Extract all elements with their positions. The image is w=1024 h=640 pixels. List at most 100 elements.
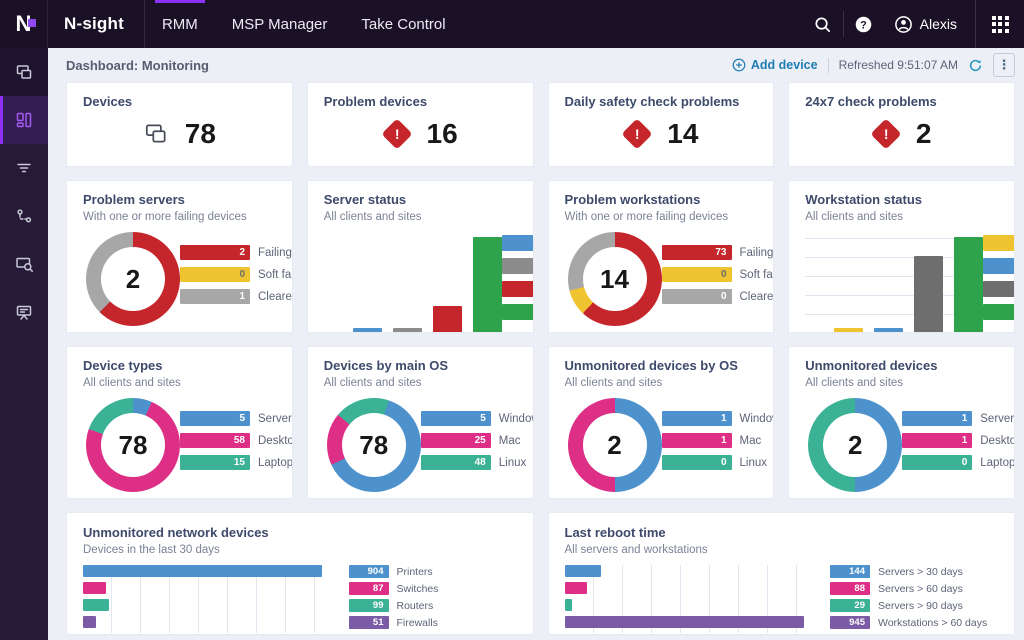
card-title: Device types: [83, 358, 276, 374]
problem-workstations-donut: 14: [568, 232, 662, 326]
legend-item: 904Printers: [349, 565, 517, 578]
sidebar-item-network[interactable]: [0, 192, 48, 240]
tab-rmm[interactable]: RMM: [145, 0, 215, 48]
card-problem-servers: Problem servers With one or more failing…: [66, 180, 293, 333]
sidebar-item-devices[interactable]: [0, 48, 48, 96]
sidebar-item-dashboards[interactable]: [0, 96, 48, 144]
screen: N N-sight RMM MSP Manager Take Control ?…: [0, 0, 1024, 640]
svg-text:?: ?: [860, 19, 867, 31]
bar: [83, 582, 106, 594]
kebab-menu-button[interactable]: ⋮: [993, 53, 1015, 77]
legend-item: 0Overdue: [983, 235, 1015, 251]
legend-swatch: 99: [349, 599, 389, 612]
legend-swatch: 0: [983, 235, 1015, 251]
search-icon[interactable]: [803, 0, 843, 48]
card-devices-by-main-os: Devices by main OS All clients and sites…: [307, 346, 534, 499]
legend-swatch: 87: [349, 582, 389, 595]
product-tabs: RMM MSP Manager Take Control: [144, 0, 463, 48]
legend-swatch: 73: [662, 245, 732, 260]
legend-item: 1Servers: [902, 411, 1015, 426]
main-content: Dashboard: Monitoring Add device Refresh…: [48, 48, 1024, 640]
card-subtitle: With one or more failing devices: [83, 211, 276, 223]
stat-value: 16: [427, 118, 458, 150]
tab-take-control[interactable]: Take Control: [344, 0, 462, 48]
legend-swatch: 0: [902, 455, 972, 470]
card-title: Unmonitored devices by OS: [565, 358, 758, 374]
stat-value: 78: [185, 118, 216, 150]
legend-swatch: 1: [180, 289, 250, 304]
bar: [473, 237, 502, 333]
charts-row-3: Unmonitored network devices Devices in t…: [66, 512, 1015, 635]
card-title: Workstation status: [805, 192, 998, 208]
devices-icon: [143, 121, 169, 147]
legend-item: 58Desktops: [180, 433, 293, 448]
legend-item: 5Servers: [180, 411, 293, 426]
card-subtitle: All clients and sites: [83, 377, 276, 389]
unmonitored-network-bar-chart: [83, 565, 333, 633]
device-types-donut: 78: [86, 398, 180, 492]
card-title: Devices by main OS: [324, 358, 517, 374]
user-menu[interactable]: Alexis: [884, 15, 975, 34]
add-device-button[interactable]: Add device: [732, 58, 818, 72]
legend-item: 1Windows: [662, 411, 775, 426]
stats-row: Devices 78 Problem devices ! 16 Daily sa…: [66, 82, 1015, 167]
dashboards-icon: [14, 110, 34, 130]
sidebar-item-discovery[interactable]: [0, 240, 48, 288]
legend-swatch: 48: [421, 455, 491, 470]
bar: [393, 328, 422, 333]
device-discovery-icon: [14, 254, 34, 274]
legend-item: 73Failing: [662, 245, 775, 260]
legend: 0Overdue 0Reboot 4Offline 5Online: [983, 235, 1015, 333]
donut-center-value: 78: [342, 413, 406, 477]
devices-icon: [14, 62, 34, 82]
legend-swatch: 0: [662, 267, 732, 282]
card-devices: Devices 78: [66, 82, 293, 167]
card-title: Unmonitored network devices: [83, 525, 517, 541]
legend-swatch: 15: [180, 455, 250, 470]
nsight-logo[interactable]: N: [0, 0, 48, 48]
card-title: Last reboot time: [565, 525, 999, 541]
network-topology-icon: [14, 206, 34, 226]
legend-item: 87Switches: [349, 582, 517, 595]
remote-screen-icon: [14, 302, 34, 322]
help-icon[interactable]: ?: [844, 0, 884, 48]
bar: [83, 616, 96, 628]
legend-swatch: 0: [502, 258, 534, 274]
checks-icon: [14, 158, 34, 178]
legend-item: 1Cleared: [180, 289, 293, 304]
card-device-types: Device types All clients and sites 78 5S…: [66, 346, 293, 499]
card-unmonitored-devices-by-os: Unmonitored devices by OS All clients an…: [548, 346, 775, 499]
legend-item: 0Soft failure: [180, 267, 293, 282]
card-title: Unmonitored devices: [805, 358, 998, 374]
card-title: Server status: [324, 192, 517, 208]
card-subtitle: All servers and workstations: [565, 544, 999, 556]
bar: [565, 599, 572, 611]
bar: [353, 328, 382, 333]
legend-swatch: 2: [502, 281, 534, 297]
legend: 144Servers > 30 days 88Servers > 60 days…: [830, 565, 998, 633]
legend: 1Windows 1Mac 0Linux: [662, 411, 775, 492]
donut-center-value: 2: [583, 413, 647, 477]
card-subtitle: Devices in the last 30 days: [83, 544, 517, 556]
workstation-status-bar-chart: [805, 237, 983, 333]
sidebar-item-checks[interactable]: [0, 144, 48, 192]
legend-swatch: 2: [180, 245, 250, 260]
legend-swatch: 904: [349, 565, 389, 578]
refresh-icon[interactable]: [968, 58, 983, 73]
sidebar-item-remote[interactable]: [0, 288, 48, 336]
legend-swatch: 945: [830, 616, 870, 629]
legend-item: 0Cleared: [662, 289, 775, 304]
card-unmonitored-network-devices: Unmonitored network devices Devices in t…: [66, 512, 534, 635]
legend-swatch: 0: [180, 267, 250, 282]
app-switcher-icon[interactable]: [975, 0, 1024, 48]
legend-item: 48Linux: [421, 455, 534, 470]
legend-swatch: 51: [349, 616, 389, 629]
alert-icon: !: [870, 119, 901, 150]
legend-swatch: 88: [830, 582, 870, 595]
legend-swatch: 1: [902, 411, 972, 426]
legend-item: 0Soft failure: [662, 267, 775, 282]
legend-item: 2Offline: [502, 281, 534, 297]
tab-msp-manager[interactable]: MSP Manager: [215, 0, 345, 48]
card-subtitle: All clients and sites: [805, 211, 998, 223]
legend-swatch: 1: [662, 433, 732, 448]
